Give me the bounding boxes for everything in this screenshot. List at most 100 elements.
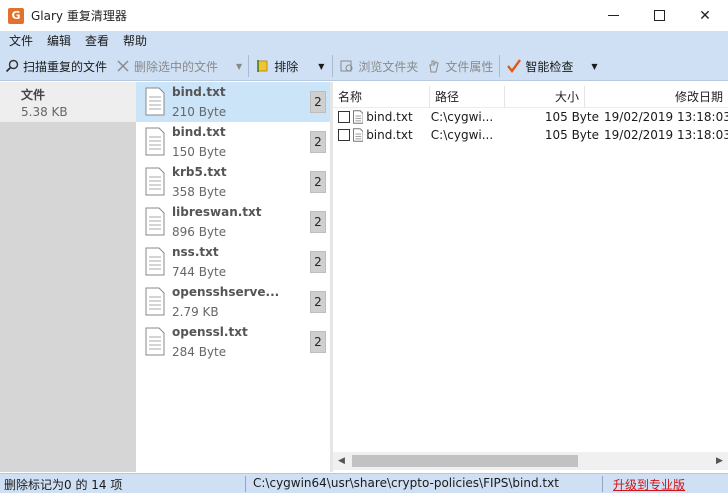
selected-file-path: C:\cygwin64\usr\share\crypto-policies\FI… bbox=[253, 476, 559, 490]
row-modified-date: 19/02/2019 13:18:03 bbox=[604, 128, 728, 142]
column-header-name[interactable]: 名称 bbox=[333, 86, 430, 108]
group-file-size: 358 Byte bbox=[172, 185, 227, 199]
menu-bar: 文件 编辑 查看 帮助 bbox=[0, 31, 728, 52]
group-file-name: bind.txt bbox=[172, 125, 226, 139]
exclude-dropdown[interactable]: ▼ bbox=[302, 54, 330, 78]
document-icon bbox=[145, 127, 165, 156]
table-row[interactable]: bind.txt C:\cygwi... 105 Byte 19/02/2019… bbox=[333, 108, 728, 126]
group-item[interactable]: nss.txt 744 Byte 2 bbox=[136, 242, 330, 282]
duplicate-count-badge: 2 bbox=[310, 251, 326, 273]
scrollbar-thumb[interactable] bbox=[352, 455, 578, 467]
duplicate-group-list: bind.txt 210 Byte 2 bind.txt 150 Byte 2 … bbox=[136, 82, 330, 472]
group-item[interactable]: openssl.txt 284 Byte 2 bbox=[136, 322, 330, 362]
hand-icon bbox=[426, 58, 442, 74]
group-file-name: openssl.txt bbox=[172, 325, 248, 339]
scroll-left-arrow-icon[interactable]: ◀ bbox=[333, 452, 350, 470]
close-button[interactable]: ✕ bbox=[682, 0, 728, 31]
group-file-name: nss.txt bbox=[172, 245, 219, 259]
toolbar-divider bbox=[499, 55, 501, 77]
group-file-name: bind.txt bbox=[172, 85, 226, 99]
status-divider bbox=[245, 476, 246, 492]
group-file-size: 150 Byte bbox=[172, 145, 227, 159]
horizontal-scrollbar[interactable]: ◀ ▶ bbox=[333, 452, 728, 470]
group-item[interactable]: bind.txt 150 Byte 2 bbox=[136, 122, 330, 162]
row-file-name: bind.txt bbox=[366, 128, 413, 142]
chevron-down-icon: ▼ bbox=[591, 61, 598, 71]
upgrade-pro-link[interactable]: 升级到专业版 bbox=[613, 476, 685, 493]
duplicate-count-badge: 2 bbox=[310, 91, 326, 113]
menu-file[interactable]: 文件 bbox=[0, 31, 40, 52]
table-row[interactable]: bind.txt C:\cygwi... 105 Byte 19/02/2019… bbox=[333, 126, 728, 144]
toolbar: 扫描重复的文件 删除选中的文件 ▼ 排除 ▼ 浏览文件夹 文件属性 智能检查 ▼ bbox=[0, 52, 728, 81]
file-properties-label: 文件属性 bbox=[445, 59, 494, 74]
row-checkbox[interactable] bbox=[338, 111, 350, 123]
column-header-date[interactable]: 修改日期 bbox=[585, 86, 728, 108]
exclude-label: 排除 bbox=[274, 59, 299, 74]
folder-panel: 文件 5.38 KB bbox=[0, 82, 136, 472]
document-icon bbox=[145, 247, 165, 276]
row-checkbox[interactable] bbox=[338, 129, 350, 141]
column-header-size[interactable]: 大小 bbox=[505, 86, 585, 108]
marked-count-status: 删除标记为0 的 14 项 bbox=[4, 478, 123, 492]
table-header: 名称 路径 大小 修改日期 bbox=[333, 86, 728, 108]
scan-duplicates-button[interactable]: 扫描重复的文件 bbox=[0, 54, 111, 78]
checkmark-icon bbox=[506, 58, 522, 74]
delete-selected-label: 删除选中的文件 bbox=[134, 59, 219, 74]
maximize-button[interactable] bbox=[636, 0, 682, 31]
row-file-size: 105 Byte bbox=[544, 128, 599, 142]
document-icon bbox=[352, 110, 364, 124]
scroll-right-arrow-icon[interactable]: ▶ bbox=[711, 452, 728, 470]
row-modified-date: 19/02/2019 13:18:03 bbox=[604, 110, 728, 124]
group-file-name: krb5.txt bbox=[172, 165, 227, 179]
group-file-name: opensshserve... bbox=[172, 285, 280, 299]
duplicate-count-badge: 2 bbox=[310, 211, 326, 233]
smart-check-button[interactable]: 智能检查 bbox=[502, 54, 577, 78]
menu-edit[interactable]: 编辑 bbox=[40, 31, 78, 52]
menu-view[interactable]: 查看 bbox=[78, 31, 116, 52]
exclude-button[interactable]: 排除 bbox=[251, 54, 302, 78]
folder-name: 文件 bbox=[21, 88, 46, 102]
toolbar-divider bbox=[332, 55, 334, 77]
delete-selected-button[interactable]: 删除选中的文件 ▼ bbox=[111, 54, 246, 78]
group-file-name: libreswan.txt bbox=[172, 205, 262, 219]
chevron-down-icon: ▼ bbox=[318, 61, 325, 71]
document-icon bbox=[145, 327, 165, 356]
row-file-name: bind.txt bbox=[366, 110, 413, 124]
document-icon bbox=[352, 128, 364, 142]
row-file-path: C:\cygwi... bbox=[430, 128, 494, 142]
smart-check-dropdown[interactable]: ▼ bbox=[577, 54, 603, 78]
toolbar-divider bbox=[248, 55, 250, 77]
document-icon bbox=[145, 167, 165, 196]
smart-check-label: 智能检查 bbox=[525, 59, 574, 74]
folder-size: 5.38 KB bbox=[21, 105, 68, 119]
duplicate-count-badge: 2 bbox=[310, 171, 326, 193]
menu-help[interactable]: 帮助 bbox=[116, 31, 154, 52]
folder-summary[interactable]: 文件 5.38 KB bbox=[0, 82, 136, 122]
folder-search-icon bbox=[339, 58, 355, 74]
minimize-icon bbox=[607, 15, 619, 16]
browse-folder-label: 浏览文件夹 bbox=[358, 59, 419, 74]
group-item[interactable]: bind.txt 210 Byte 2 bbox=[136, 82, 330, 122]
group-item[interactable]: opensshserve... 2.79 KB 2 bbox=[136, 282, 330, 322]
group-item[interactable]: krb5.txt 358 Byte 2 bbox=[136, 162, 330, 202]
close-icon: ✕ bbox=[699, 7, 711, 24]
search-icon bbox=[4, 58, 20, 74]
browse-folder-button[interactable]: 浏览文件夹 bbox=[335, 54, 422, 78]
exclude-flag-icon bbox=[255, 58, 271, 74]
group-file-size: 896 Byte bbox=[172, 225, 227, 239]
file-properties-button[interactable]: 文件属性 bbox=[422, 54, 497, 78]
group-item[interactable]: libreswan.txt 896 Byte 2 bbox=[136, 202, 330, 242]
group-file-size: 2.79 KB bbox=[172, 305, 219, 319]
duplicate-count-badge: 2 bbox=[310, 131, 326, 153]
maximize-icon bbox=[653, 10, 665, 21]
status-divider bbox=[602, 476, 603, 492]
app-icon: G bbox=[8, 7, 24, 24]
document-icon bbox=[145, 207, 165, 236]
title-bar: G Glary 重复清理器 ✕ bbox=[0, 0, 728, 31]
duplicate-detail-table: 名称 路径 大小 修改日期 bind.txt C:\cygwi... 105 B… bbox=[333, 82, 728, 472]
chevron-down-icon: ▼ bbox=[236, 61, 243, 71]
column-header-path[interactable]: 路径 bbox=[430, 86, 505, 108]
group-file-size: 744 Byte bbox=[172, 265, 227, 279]
status-bar: 删除标记为0 的 14 项 C:\cygwin64\usr\share\cryp… bbox=[0, 473, 728, 493]
minimize-button[interactable] bbox=[590, 0, 636, 31]
